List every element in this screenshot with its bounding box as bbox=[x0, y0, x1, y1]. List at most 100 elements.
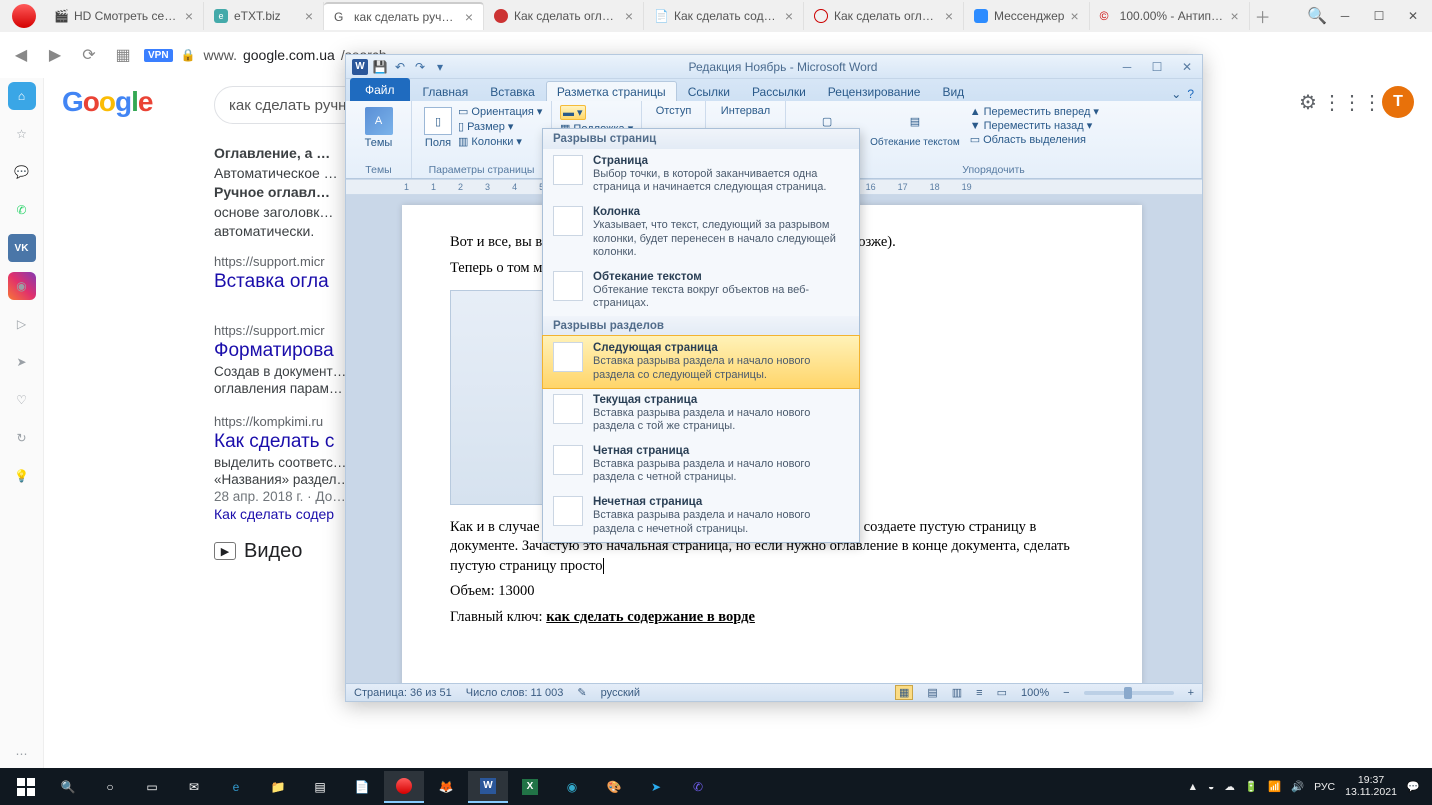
word-icon[interactable]: W bbox=[352, 59, 368, 75]
paragraph[interactable]: Объем: 13000 bbox=[450, 582, 1094, 602]
speed-dial-icon[interactable]: ▦ bbox=[110, 42, 136, 68]
tray-lang[interactable]: РУС bbox=[1314, 781, 1335, 793]
mail-icon[interactable]: ✉ bbox=[174, 771, 214, 803]
heart-icon[interactable]: ♡ bbox=[8, 386, 36, 414]
selection-pane-button[interactable]: ▭ Область выделения bbox=[970, 133, 1099, 146]
word-minimize-button[interactable]: ─ bbox=[1112, 56, 1142, 78]
status-words[interactable]: Число слов: 11 003 bbox=[466, 687, 564, 699]
opera-logo[interactable] bbox=[12, 4, 36, 28]
tray-clock[interactable]: 19:37 13.11.2021 bbox=[1345, 775, 1397, 798]
send-icon[interactable]: ➤ bbox=[8, 348, 36, 376]
tray-icon[interactable]: ☁ bbox=[1224, 781, 1235, 793]
new-tab-button[interactable]: ＋ bbox=[1250, 3, 1276, 29]
reload-button[interactable]: ⟳ bbox=[76, 42, 102, 68]
paragraph[interactable]: Главный ключ: как сделать содержание в в… bbox=[450, 608, 1094, 628]
word-titlebar[interactable]: W 💾 ↶ ↷ ▾ Редакция Ноябрь - Microsoft Wo… bbox=[346, 55, 1202, 79]
view-print-icon[interactable]: ▦ bbox=[895, 685, 913, 700]
close-icon[interactable]: × bbox=[185, 8, 193, 24]
menu-item-even-page-section[interactable]: Четная страницаВставка разрыва раздела и… bbox=[543, 439, 859, 490]
tab-3[interactable]: Как сделать оглав…× bbox=[484, 2, 644, 30]
cortana-icon[interactable]: ○ bbox=[90, 771, 130, 803]
close-icon[interactable]: × bbox=[785, 8, 793, 24]
history-icon[interactable]: ↻ bbox=[8, 424, 36, 452]
instagram-icon[interactable]: ◉ bbox=[8, 272, 36, 300]
close-icon[interactable]: × bbox=[465, 9, 473, 25]
view-draft-icon[interactable]: ▭ bbox=[997, 686, 1007, 699]
view-web-icon[interactable]: ▥ bbox=[952, 686, 962, 699]
zoom-in-button[interactable]: + bbox=[1188, 687, 1194, 699]
forward-button[interactable]: ▶ bbox=[42, 42, 68, 68]
tray-icon[interactable]: 🔋 bbox=[1245, 780, 1258, 793]
menu-item-continuous-section[interactable]: Текущая страницаВставка разрыва раздела … bbox=[543, 388, 859, 439]
orientation-button[interactable]: ▭Ориентация ▾ bbox=[458, 105, 542, 118]
excel-icon[interactable]: X bbox=[510, 771, 550, 803]
zoom-out-button[interactable]: − bbox=[1063, 687, 1069, 699]
viber-icon[interactable]: ✆ bbox=[678, 771, 718, 803]
hint-icon[interactable]: 💡 bbox=[8, 462, 36, 490]
telegram-icon[interactable]: ➤ bbox=[636, 771, 676, 803]
maximize-button[interactable]: ☐ bbox=[1364, 3, 1394, 29]
word-taskbar-icon[interactable]: W bbox=[468, 771, 508, 803]
home-icon[interactable]: ⌂ bbox=[8, 82, 36, 110]
lock-icon[interactable]: 🔒 bbox=[181, 48, 196, 62]
taskbar-search-icon[interactable]: 🔍 bbox=[48, 771, 88, 803]
ribbon-tab-pagelayout[interactable]: Разметка страницы bbox=[546, 81, 677, 101]
close-icon[interactable]: × bbox=[1230, 8, 1238, 24]
bring-forward-button[interactable]: ▲ Переместить вперед ▾ bbox=[970, 105, 1099, 118]
tab-4[interactable]: 📄Как сделать содерж…× bbox=[644, 2, 804, 30]
redo-icon[interactable]: ↷ bbox=[412, 59, 428, 75]
settings-icon[interactable]: ⚙ bbox=[1294, 88, 1322, 116]
explorer-icon[interactable]: 📁 bbox=[258, 771, 298, 803]
zoom-value[interactable]: 100% bbox=[1021, 687, 1049, 699]
vpn-badge[interactable]: VPN bbox=[144, 49, 173, 62]
size-button[interactable]: ▯Размер ▾ bbox=[458, 120, 542, 133]
spellcheck-icon[interactable]: ✎ bbox=[577, 686, 586, 699]
tab-0[interactable]: 🎬HD Смотреть сериал B× bbox=[44, 2, 204, 30]
notifications-icon[interactable]: 💬 bbox=[1407, 780, 1420, 793]
firefox-icon[interactable]: 🦊 bbox=[426, 771, 466, 803]
themes-button[interactable]: A Темы bbox=[354, 105, 403, 151]
more-icon[interactable]: ⋯ bbox=[8, 740, 36, 768]
undo-icon[interactable]: ↶ bbox=[392, 59, 408, 75]
view-read-icon[interactable]: ▤ bbox=[927, 686, 937, 699]
tab-7[interactable]: ©100.00% - Антипл…× bbox=[1090, 2, 1250, 30]
word-close-button[interactable]: ✕ bbox=[1172, 56, 1202, 78]
close-icon[interactable]: × bbox=[1070, 8, 1078, 24]
tab-1[interactable]: eeTXT.biz× bbox=[204, 2, 324, 30]
opera-taskbar-icon[interactable] bbox=[384, 771, 424, 803]
margins-button[interactable]: ▯ Поля bbox=[420, 105, 456, 151]
view-outline-icon[interactable]: ≡ bbox=[976, 687, 982, 699]
app-icon[interactable]: ▤ bbox=[300, 771, 340, 803]
close-button[interactable]: ✕ bbox=[1398, 3, 1428, 29]
ie-icon[interactable]: e bbox=[216, 771, 256, 803]
edge-icon[interactable]: ◉ bbox=[552, 771, 592, 803]
ribbon-tab-home[interactable]: Главная bbox=[412, 81, 480, 101]
ribbon-tab-insert[interactable]: Вставка bbox=[479, 81, 546, 101]
star-icon[interactable]: ☆ bbox=[8, 120, 36, 148]
send-backward-button[interactable]: ▼ Переместить назад ▾ bbox=[970, 119, 1099, 132]
save-icon[interactable]: 💾 bbox=[372, 59, 388, 75]
status-page[interactable]: Страница: 36 из 51 bbox=[354, 687, 452, 699]
wrap-button[interactable]: ▤ Обтекание текстом bbox=[866, 105, 964, 151]
close-icon[interactable]: × bbox=[945, 8, 953, 24]
menu-item-text-wrap-break[interactable]: Обтекание текстомОбтекание текста вокруг… bbox=[543, 265, 859, 316]
tab-2[interactable]: Gкак сделать ручно…× bbox=[324, 2, 484, 30]
tab-6[interactable]: Мессенджер× bbox=[964, 2, 1090, 30]
qat-more-icon[interactable]: ▾ bbox=[432, 59, 448, 75]
app-icon[interactable]: 🎨 bbox=[594, 771, 634, 803]
app-icon[interactable]: 📄 bbox=[342, 771, 382, 803]
menu-item-column-break[interactable]: КолонкаУказывает, что текст, следующий з… bbox=[543, 200, 859, 265]
apps-icon[interactable]: ⋮⋮⋮ bbox=[1338, 88, 1366, 116]
messenger-icon[interactable]: 💬 bbox=[8, 158, 36, 186]
whatsapp-icon[interactable]: ✆ bbox=[8, 196, 36, 224]
close-icon[interactable]: × bbox=[625, 8, 633, 24]
account-avatar[interactable]: Т bbox=[1382, 86, 1414, 118]
menu-item-odd-page-section[interactable]: Нечетная страницаВставка разрыва раздела… bbox=[543, 490, 859, 541]
close-icon[interactable]: × bbox=[305, 8, 313, 24]
ribbon-min-icon[interactable]: ⌄ bbox=[1171, 87, 1181, 101]
status-lang[interactable]: русский bbox=[601, 687, 640, 699]
tray-wifi-icon[interactable]: 📶 bbox=[1268, 780, 1281, 793]
start-button[interactable] bbox=[6, 771, 46, 803]
ribbon-tab-review[interactable]: Рецензирование bbox=[817, 81, 932, 101]
task-view-icon[interactable]: ▭ bbox=[132, 771, 172, 803]
